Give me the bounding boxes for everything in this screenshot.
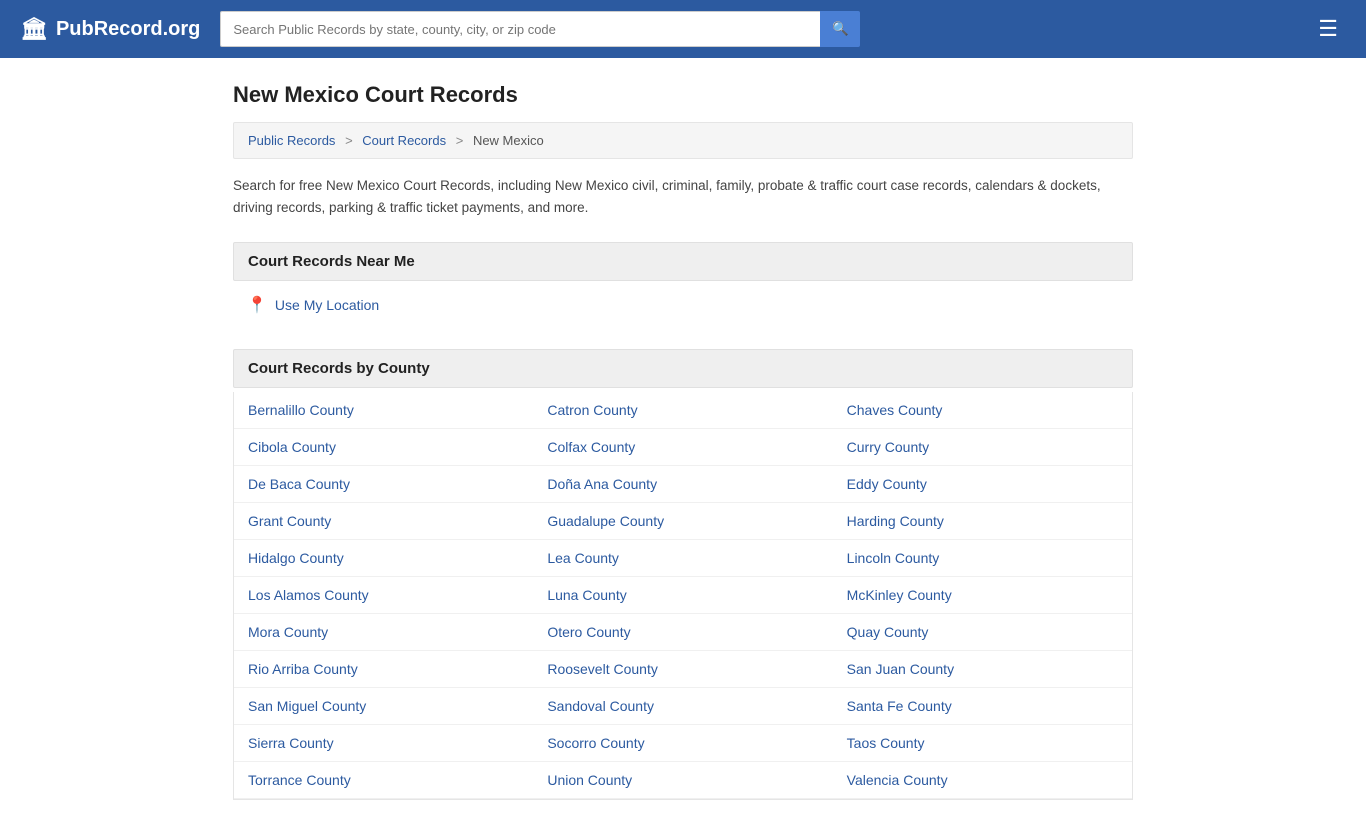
search-area: 🔍 <box>220 11 860 47</box>
county-link[interactable]: San Juan County <box>833 651 1132 688</box>
use-my-location-label: Use My Location <box>275 297 379 313</box>
county-link[interactable]: Roosevelt County <box>533 651 832 688</box>
county-link[interactable]: Chaves County <box>833 392 1132 429</box>
menu-button[interactable]: ☰ <box>1310 12 1346 46</box>
breadcrumb: Public Records > Court Records > New Mex… <box>233 122 1133 159</box>
county-link[interactable]: Catron County <box>533 392 832 429</box>
county-link[interactable]: Quay County <box>833 614 1132 651</box>
county-link[interactable]: De Baca County <box>234 466 533 503</box>
county-link[interactable]: Harding County <box>833 503 1132 540</box>
breadcrumb-new-mexico: New Mexico <box>473 133 544 148</box>
county-link[interactable]: Luna County <box>533 577 832 614</box>
search-icon: 🔍 <box>832 21 849 37</box>
page-description: Search for free New Mexico Court Records… <box>233 175 1133 218</box>
breadcrumb-court-records[interactable]: Court Records <box>362 133 446 148</box>
near-me-section: Court Records Near Me 📍 Use My Location <box>233 242 1133 325</box>
near-me-header: Court Records Near Me <box>233 242 1133 281</box>
county-link[interactable]: Cibola County <box>234 429 533 466</box>
county-link[interactable]: Sandoval County <box>533 688 832 725</box>
county-link[interactable]: Rio Arriba County <box>234 651 533 688</box>
county-link[interactable]: Colfax County <box>533 429 832 466</box>
county-link[interactable]: Eddy County <box>833 466 1132 503</box>
search-input[interactable] <box>220 11 820 47</box>
county-link[interactable]: Socorro County <box>533 725 832 762</box>
county-link[interactable]: Otero County <box>533 614 832 651</box>
breadcrumb-public-records[interactable]: Public Records <box>248 133 335 148</box>
breadcrumb-sep-2: > <box>456 133 464 148</box>
county-link[interactable]: Taos County <box>833 725 1132 762</box>
county-link[interactable]: Hidalgo County <box>234 540 533 577</box>
county-grid: Bernalillo CountyCatron CountyChaves Cou… <box>233 392 1133 800</box>
county-link[interactable]: Los Alamos County <box>234 577 533 614</box>
county-link[interactable]: Santa Fe County <box>833 688 1132 725</box>
county-link[interactable]: McKinley County <box>833 577 1132 614</box>
logo-text: PubRecord.org <box>56 18 200 41</box>
page-title: New Mexico Court Records <box>233 82 1133 108</box>
hamburger-icon: ☰ <box>1318 16 1338 41</box>
main-content: New Mexico Court Records Public Records … <box>213 58 1153 824</box>
breadcrumb-sep-1: > <box>345 133 353 148</box>
county-link[interactable]: Sierra County <box>234 725 533 762</box>
site-header: 🏛 PubRecord.org 🔍 ☰ <box>0 0 1366 58</box>
county-link[interactable]: Grant County <box>234 503 533 540</box>
county-link[interactable]: Curry County <box>833 429 1132 466</box>
logo-icon: 🏛 <box>20 16 48 42</box>
county-link[interactable]: Guadalupe County <box>533 503 832 540</box>
search-button[interactable]: 🔍 <box>820 11 860 47</box>
use-my-location-button[interactable]: 📍 Use My Location <box>233 285 1133 325</box>
location-pin-icon: 📍 <box>247 295 267 315</box>
county-link[interactable]: San Miguel County <box>234 688 533 725</box>
county-link[interactable]: Mora County <box>234 614 533 651</box>
county-section: Court Records by County Bernalillo Count… <box>233 349 1133 800</box>
logo-link[interactable]: 🏛 PubRecord.org <box>20 16 200 42</box>
county-link[interactable]: Lincoln County <box>833 540 1132 577</box>
county-section-header: Court Records by County <box>233 349 1133 388</box>
county-link[interactable]: Lea County <box>533 540 832 577</box>
county-link[interactable]: Bernalillo County <box>234 392 533 429</box>
county-link[interactable]: Doña Ana County <box>533 466 832 503</box>
